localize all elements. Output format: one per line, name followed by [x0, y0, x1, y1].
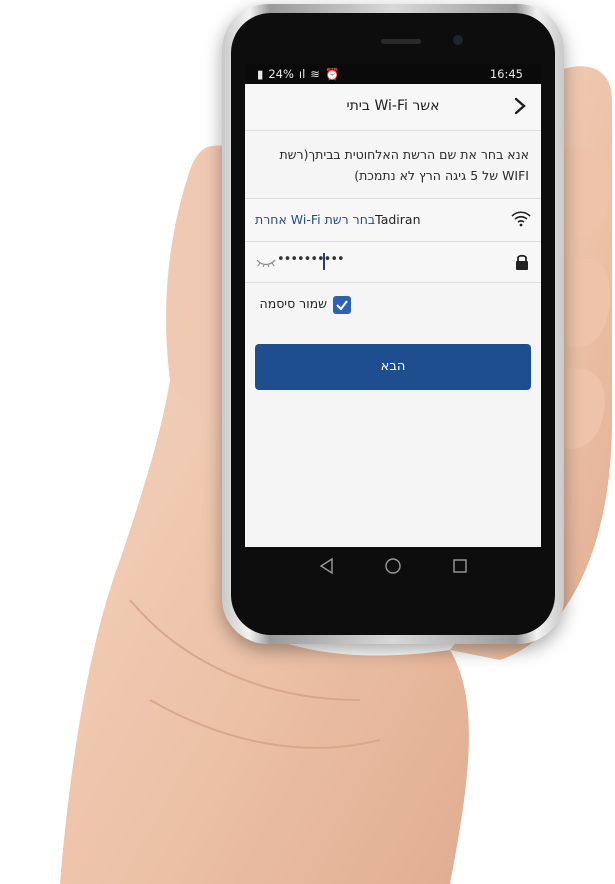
network-name: Tadiran	[375, 212, 421, 227]
navigation-bar	[245, 547, 541, 585]
nav-recent-apps-icon[interactable]	[451, 557, 469, 575]
network-selection: Tadiranבחר רשת Wi-Fi אחרת	[255, 212, 421, 227]
alarm-icon: ⏰	[324, 67, 340, 81]
checkmark-icon	[336, 300, 348, 311]
eye-hidden-icon[interactable]	[256, 257, 276, 267]
password-row: ••••••••••	[245, 241, 541, 283]
status-time: 16:45	[489, 67, 523, 81]
status-bar: ▮ 24% ıl ≋ ⏰ 16:45	[245, 64, 541, 84]
instruction-line-1: אנא בחר את שם הרשת האלחוטית בביתך(רשת	[279, 147, 529, 162]
front-camera	[453, 35, 463, 45]
password-value: ••••••••••	[277, 252, 345, 267]
app-screen: ▮ 24% ıl ≋ ⏰ 16:45 אשר Wi-Fi ביתי אנא בח…	[245, 64, 541, 547]
speaker-grille	[381, 39, 421, 44]
nav-home-icon[interactable]	[384, 557, 402, 575]
remember-password-label: שמור סיסמה	[259, 296, 327, 311]
network-row: Tadiranבחר רשת Wi-Fi אחרת	[245, 198, 541, 241]
wifi-icon	[511, 211, 531, 227]
app-header: אשר Wi-Fi ביתי	[245, 84, 541, 131]
wifi-status-icon: ≋	[310, 67, 320, 81]
battery-icon: ▮	[257, 67, 264, 81]
lock-icon	[516, 254, 528, 270]
text-cursor	[323, 253, 325, 270]
signal-icon: ıl	[298, 67, 306, 81]
instruction-text: אנא בחר את שם הרשת האלחוטית בביתך(רשת WI…	[255, 144, 529, 186]
password-input[interactable]: ••••••••••	[253, 252, 483, 272]
instruction-line-2: WIFI של 5 גיגה הרץ לא נתמכת)	[354, 168, 529, 183]
page-title: אשר Wi-Fi ביתי	[346, 98, 440, 114]
status-icons: ▮ 24% ıl ≋ ⏰	[257, 67, 339, 81]
battery-percent: 24%	[268, 67, 294, 81]
choose-other-network-link[interactable]: בחר רשת Wi-Fi אחרת	[255, 212, 375, 227]
chevron-right-icon[interactable]	[509, 95, 531, 117]
next-button[interactable]: הבא	[255, 344, 531, 390]
remember-password-checkbox[interactable]	[333, 296, 351, 314]
nav-back-icon[interactable]	[318, 557, 336, 575]
